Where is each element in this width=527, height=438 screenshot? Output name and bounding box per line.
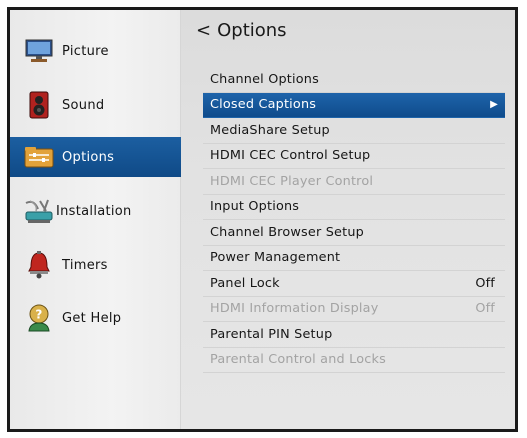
svg-text:?: ? [35, 308, 42, 322]
options-menu-list: Channel Options Closed Captions ▶ MediaShar… [203, 67, 505, 373]
menu-item-parental-control-and-locks: Parental Control and Locks [203, 348, 505, 373]
menu-item-hdmi-cec-control-setup[interactable]: HDMI CEC Control Setup [203, 144, 505, 169]
menu-item-mediashare-setup[interactable]: MediaShare Setup [203, 118, 505, 144]
menu-item-label: Power Management [210, 250, 341, 266]
menu-item-power-management[interactable]: Power Management [203, 246, 505, 271]
help-person-icon: ? [24, 303, 54, 333]
options-folder-icon [24, 142, 54, 172]
panel-header[interactable]: < Options [196, 20, 287, 41]
menu-item-label: Channel Browser Setup [210, 224, 364, 240]
alarm-bell-icon [24, 250, 54, 280]
menu-item-label: MediaShare Setup [210, 122, 330, 138]
sidebar-item-sound[interactable]: Sound [10, 85, 181, 125]
monitor-icon [24, 36, 54, 66]
menu-item-label: HDMI Information Display [210, 301, 379, 317]
antenna-dish-icon [24, 196, 54, 226]
menu-item-input-options[interactable]: Input Options [203, 195, 505, 220]
tv-menu-frame: Picture Sound Options Installation Timer… [7, 7, 518, 432]
menu-item-channel-browser-setup[interactable]: Channel Browser Setup [203, 220, 505, 246]
menu-item-value: Off [475, 275, 495, 291]
sidebar-item-options[interactable]: Options [10, 137, 181, 177]
menu-item-channel-options[interactable]: Channel Options [203, 67, 505, 93]
menu-item-hdmi-cec-player-control: HDMI CEC Player Control [203, 169, 505, 195]
menu-item-parental-pin-setup[interactable]: Parental PIN Setup [203, 322, 505, 348]
menu-item-panel-lock[interactable]: Panel Lock Off [203, 271, 505, 297]
sidebar-item-label: Options [62, 149, 115, 165]
submenu-arrow-icon: ▶ [490, 99, 498, 111]
menu-item-label: Channel Options [210, 71, 319, 87]
sidebar-item-picture[interactable]: Picture [10, 31, 181, 71]
menu-item-label: Panel Lock [210, 275, 280, 291]
menu-item-label: HDMI CEC Player Control [210, 173, 374, 189]
sidebar-item-label: Picture [62, 43, 109, 59]
sidebar: Picture Sound Options Installation Timer… [10, 10, 181, 429]
menu-item-hdmi-information-display: HDMI Information Display Off [203, 297, 505, 322]
sidebar-item-get-help[interactable]: ? Get Help [10, 298, 181, 338]
options-panel: < Options Channel Options Closed Captions… [181, 10, 515, 429]
sidebar-item-label: Get Help [62, 310, 122, 326]
menu-item-closed-captions[interactable]: Closed Captions ▶ [203, 92, 505, 118]
menu-item-value: Off [475, 301, 495, 317]
sidebar-item-installation[interactable]: Installation [10, 191, 181, 231]
speaker-icon [24, 90, 54, 120]
sidebar-item-timers[interactable]: Timers [10, 245, 181, 285]
menu-item-label: Closed Captions [210, 97, 317, 113]
menu-item-label: Parental PIN Setup [210, 326, 333, 342]
menu-item-label: HDMI CEC Control Setup [210, 148, 371, 164]
back-chevron-icon[interactable]: < [196, 20, 211, 41]
menu-item-label: Parental Control and Locks [210, 352, 386, 368]
menu-item-label: Input Options [210, 199, 300, 215]
sidebar-item-label: Sound [62, 97, 105, 113]
sidebar-item-label: Timers [62, 257, 108, 273]
sidebar-item-label: Installation [56, 203, 132, 219]
page-title: Options [217, 20, 287, 41]
